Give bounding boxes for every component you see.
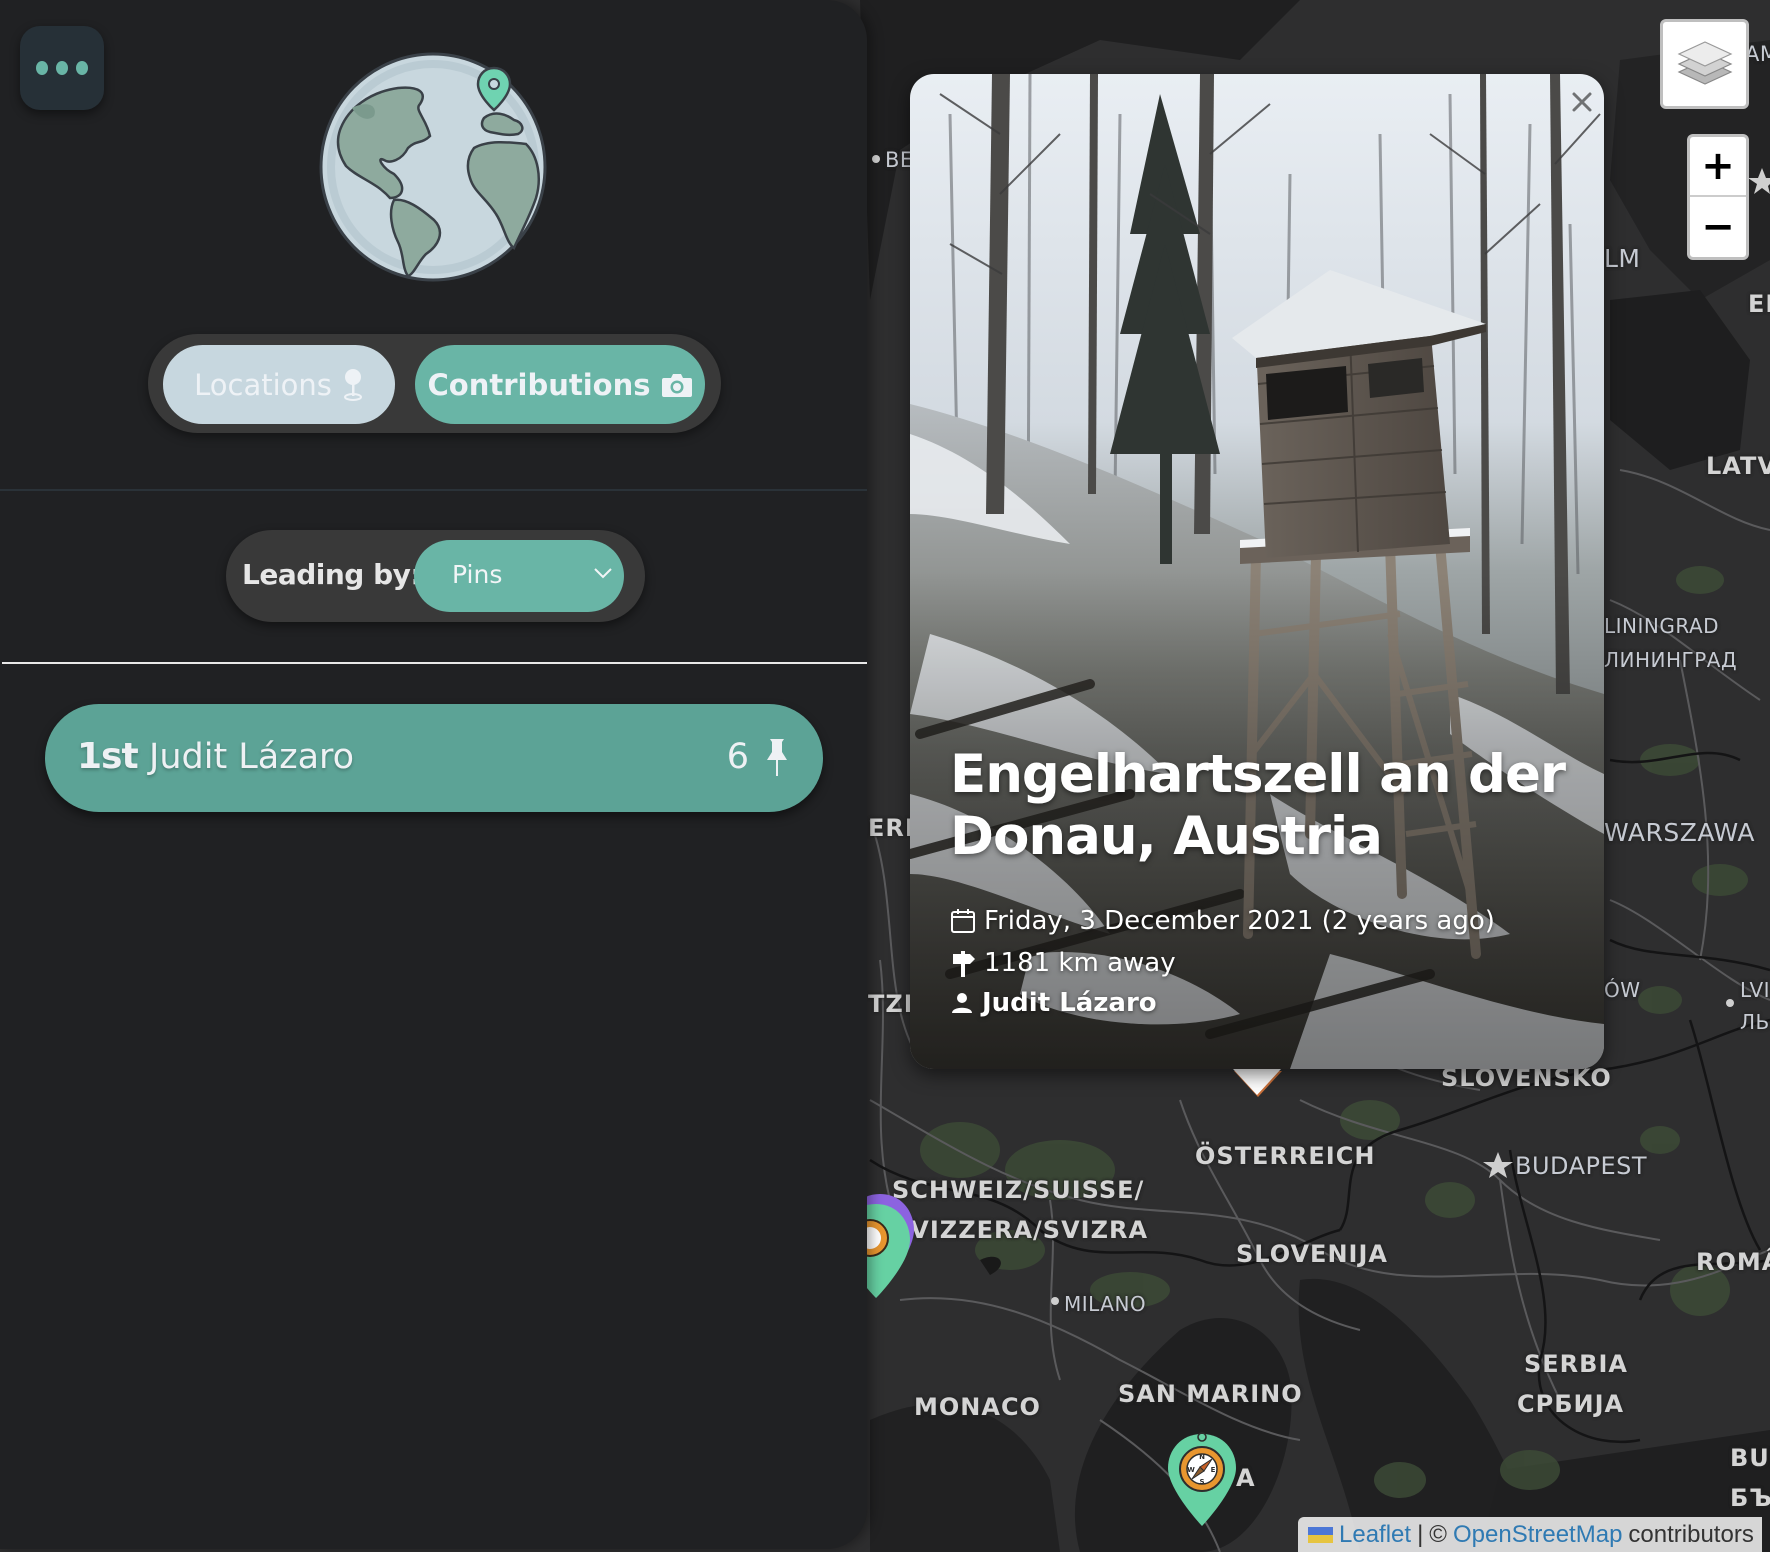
popup-close-button[interactable] [1568, 88, 1596, 116]
contributions-tab[interactable]: Contributions [415, 345, 705, 424]
chevron-down-icon [594, 568, 612, 579]
leaderboard-row[interactable]: 1st Judit Lázaro 6 [45, 704, 823, 812]
zoom-control: + − [1687, 134, 1749, 260]
map-label: LM [1604, 244, 1641, 273]
map-label: ÖSTERREICH [1195, 1142, 1376, 1170]
map-label: BUI [1730, 1444, 1770, 1472]
map-label: LATV [1706, 452, 1770, 480]
calendar-icon [951, 909, 975, 933]
map-label: ROMÂ [1696, 1248, 1770, 1276]
divider [0, 489, 867, 491]
ellipsis-icon [36, 61, 48, 75]
popup-date-text: Friday, 3 December 2021 (2 years ago) [984, 906, 1495, 936]
map-label: БЪ [1730, 1484, 1770, 1512]
svg-text:S: S [1199, 1478, 1204, 1486]
svg-text:W: W [1187, 1466, 1195, 1474]
contributions-tab-label: Contributions [427, 367, 651, 402]
ukraine-flag-icon [1308, 1526, 1333, 1543]
popup-distance-text: 1181 km away [984, 948, 1176, 978]
map-label: ЛЬ [1740, 1010, 1770, 1034]
app-root: BE AM LM EI LATV LININGRAD ЛИНИНГРАД WAR… [0, 0, 1770, 1552]
map-attribution: Leaflet | © OpenStreetMap contributors [1298, 1517, 1762, 1552]
layers-control-button[interactable] [1660, 19, 1749, 109]
leaderboard-name: Judit Lázaro [149, 737, 355, 777]
map-label: LININGRAD [1604, 614, 1720, 638]
svg-text:N: N [1199, 1453, 1205, 1461]
map-pin-icon [343, 368, 362, 401]
copyright-symbol: © [1429, 1520, 1447, 1548]
sidebar: Locations Contributions Leading by: Pins… [0, 0, 867, 1549]
pushpin-icon [767, 739, 787, 776]
map-label: SVIZZERA/SVIZRA [892, 1216, 1149, 1244]
map-label: SAN MARINO [1118, 1380, 1303, 1408]
leaderboard-count: 6 [726, 737, 749, 777]
popup-user-name[interactable]: Judit Lázaro [982, 988, 1157, 1018]
camera-icon [661, 373, 692, 397]
close-icon [1572, 92, 1592, 112]
location-popup[interactable]: Engelhartszell an der Donau, Austria Fri… [910, 74, 1604, 1069]
leading-by-select[interactable]: Pins [414, 540, 624, 612]
popup-user[interactable]: Judit Lázaro [950, 988, 1157, 1018]
popup-tip [1233, 1069, 1281, 1095]
user-icon [952, 993, 972, 1013]
globe-with-pin-icon [319, 52, 547, 282]
locations-tab[interactable]: Locations [163, 345, 395, 424]
openstreetmap-link[interactable]: OpenStreetMap [1453, 1521, 1622, 1549]
leaflet-link[interactable]: Leaflet [1339, 1521, 1411, 1549]
map-label: LVI [1740, 978, 1770, 1002]
map-label: SCHWEIZ/SUISSE/ [892, 1176, 1145, 1204]
map-label: WARSZAWA [1604, 818, 1756, 847]
map-label: ЛИНИНГРАД [1604, 648, 1738, 672]
view-toggle: Locations Contributions [148, 334, 721, 433]
divider [2, 662, 867, 664]
leading-by-selected-value: Pins [452, 560, 503, 589]
map-label: BUDAPEST [1515, 1152, 1648, 1180]
map-label: СРБИЈА [1517, 1390, 1625, 1418]
svg-text:E: E [1211, 1466, 1216, 1474]
menu-button[interactable] [20, 26, 104, 110]
ellipsis-icon-dot [56, 61, 68, 75]
map-label: A [1236, 1464, 1256, 1492]
leading-by-control: Leading by: Pins [226, 530, 645, 622]
map-label: SERBIA [1524, 1350, 1628, 1378]
compass-marker[interactable]: N E S W [1166, 1432, 1238, 1533]
map-label: MONACO [914, 1393, 1041, 1421]
popup-distance: 1181 km away [950, 948, 1176, 978]
map-label: EI [1748, 290, 1770, 318]
locations-tab-label: Locations [194, 367, 332, 402]
attribution-contributors: contributors [1628, 1520, 1754, 1548]
zoom-out-button[interactable]: − [1690, 197, 1746, 257]
map-label: MILANO [1064, 1292, 1147, 1316]
popup-date: Friday, 3 December 2021 (2 years ago) [950, 906, 1495, 936]
zoom-in-button[interactable]: + [1690, 137, 1746, 197]
attribution-separator: | [1417, 1520, 1424, 1548]
leading-by-label: Leading by: [242, 558, 422, 591]
ellipsis-icon-dot [76, 61, 88, 75]
map-label: ÓW [1604, 978, 1641, 1002]
map-label: SLOVENIJA [1236, 1240, 1388, 1268]
popup-title: Engelhartszell an der Donau, Austria [950, 744, 1566, 867]
signpost-icon [953, 951, 975, 977]
leaderboard-rank: 1st [77, 736, 139, 777]
layers-icon [1677, 41, 1732, 85]
